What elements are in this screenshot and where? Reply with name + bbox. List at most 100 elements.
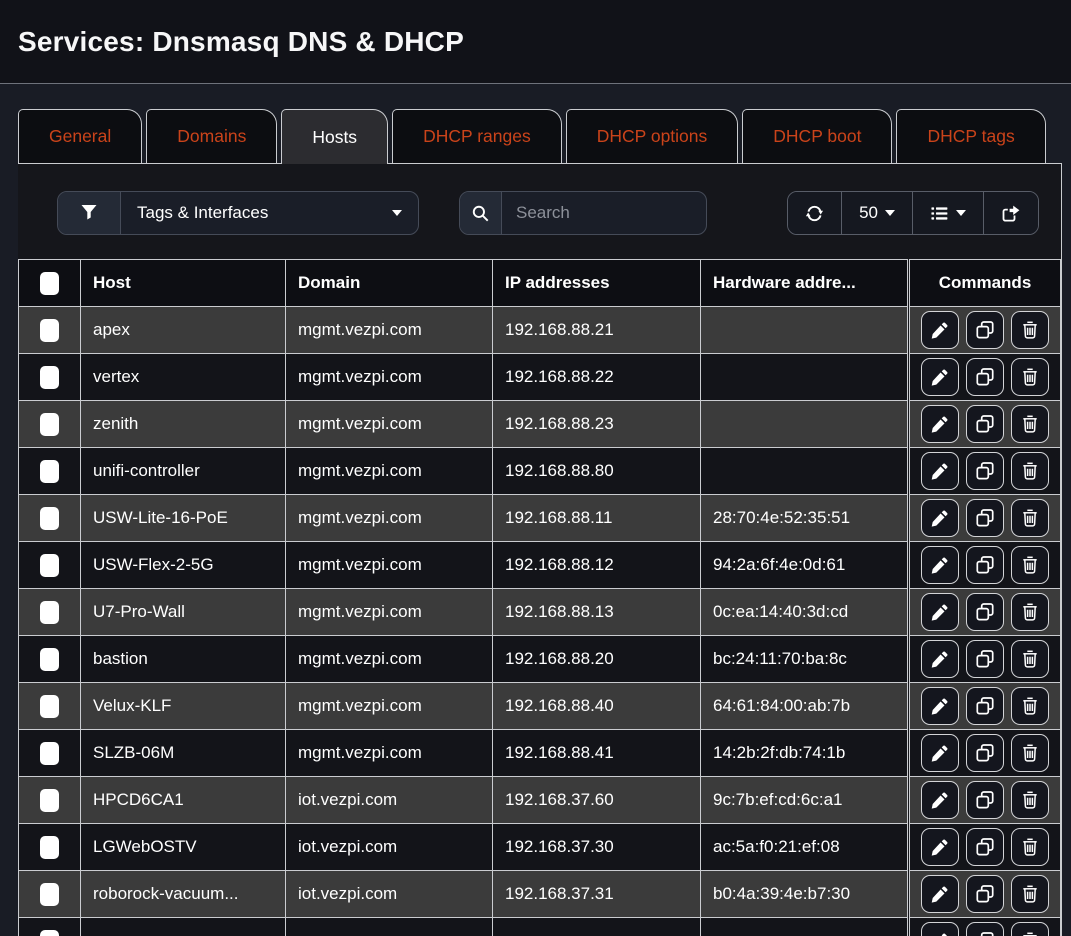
trash-icon bbox=[1020, 884, 1040, 904]
commands-cell bbox=[909, 354, 1061, 401]
clone-button[interactable] bbox=[966, 640, 1004, 678]
row-checkbox[interactable] bbox=[40, 366, 59, 389]
select-all-checkbox[interactable] bbox=[40, 272, 59, 295]
edit-button[interactable] bbox=[921, 781, 959, 819]
table-row[interactable]: apex mgmt.vezpi.com 192.168.88.21 bbox=[19, 307, 1061, 354]
edit-button[interactable] bbox=[921, 875, 959, 913]
table-row[interactable]: zenith mgmt.vezpi.com 192.168.88.23 bbox=[19, 401, 1061, 448]
delete-button[interactable] bbox=[1011, 405, 1049, 443]
dnsmasq-services-page: Services: Dnsmasq DNS & DHCP GeneralDoma… bbox=[0, 0, 1071, 936]
edit-button[interactable] bbox=[921, 358, 959, 396]
table-row[interactable]: roborock-vacuum... iot.vezpi.com 192.168… bbox=[19, 871, 1061, 918]
refresh-button[interactable] bbox=[788, 192, 842, 234]
search-button[interactable] bbox=[460, 192, 502, 234]
tags-interfaces-dropdown[interactable]: Tags & Interfaces bbox=[121, 192, 418, 234]
delete-button[interactable] bbox=[1011, 358, 1049, 396]
row-checkbox[interactable] bbox=[40, 742, 59, 765]
edit-button[interactable] bbox=[921, 734, 959, 772]
delete-button[interactable] bbox=[1011, 640, 1049, 678]
table-row[interactable]: U7-Pro-Wall mgmt.vezpi.com 192.168.88.13… bbox=[19, 589, 1061, 636]
row-checkbox[interactable] bbox=[40, 601, 59, 624]
row-checkbox[interactable] bbox=[40, 554, 59, 577]
delete-button[interactable] bbox=[1011, 499, 1049, 537]
edit-button[interactable] bbox=[921, 546, 959, 584]
delete-button[interactable] bbox=[1011, 452, 1049, 490]
search-input[interactable] bbox=[502, 192, 706, 234]
table-row[interactable]: LGWebOSTV iot.vezpi.com 192.168.37.30 ac… bbox=[19, 824, 1061, 871]
tab-dhcp-ranges[interactable]: DHCP ranges bbox=[392, 109, 562, 163]
clone-button[interactable] bbox=[966, 922, 1004, 936]
column-header-ip-addresses[interactable]: IP addresses bbox=[493, 260, 701, 307]
clone-button[interactable] bbox=[966, 405, 1004, 443]
row-checkbox[interactable] bbox=[40, 413, 59, 436]
edit-button[interactable] bbox=[921, 452, 959, 490]
row-checkbox[interactable] bbox=[40, 507, 59, 530]
mac-cell bbox=[701, 448, 909, 495]
grid-toolbar: Tags & Interfaces bbox=[18, 164, 1061, 235]
clone-button[interactable] bbox=[966, 452, 1004, 490]
clone-button[interactable] bbox=[966, 781, 1004, 819]
tab-general[interactable]: General bbox=[18, 109, 142, 163]
row-checkbox[interactable] bbox=[40, 930, 59, 936]
row-checkbox[interactable] bbox=[40, 883, 59, 906]
edit-button[interactable] bbox=[921, 687, 959, 725]
edit-button[interactable] bbox=[921, 405, 959, 443]
table-row[interactable] bbox=[19, 918, 1061, 936]
tab-dhcp-tags[interactable]: DHCP tags bbox=[896, 109, 1045, 163]
tab-hosts[interactable]: Hosts bbox=[281, 109, 388, 164]
command-buttons bbox=[910, 405, 1060, 443]
clone-button[interactable] bbox=[966, 828, 1004, 866]
table-row[interactable]: vertex mgmt.vezpi.com 192.168.88.22 bbox=[19, 354, 1061, 401]
clone-button[interactable] bbox=[966, 499, 1004, 537]
table-row[interactable]: USW-Flex-2-5G mgmt.vezpi.com 192.168.88.… bbox=[19, 542, 1061, 589]
row-checkbox[interactable] bbox=[40, 789, 59, 812]
delete-button[interactable] bbox=[1011, 781, 1049, 819]
row-checkbox[interactable] bbox=[40, 319, 59, 342]
edit-button[interactable] bbox=[921, 499, 959, 537]
edit-button[interactable] bbox=[921, 593, 959, 631]
export-button[interactable] bbox=[984, 192, 1038, 234]
copy-icon bbox=[975, 555, 995, 575]
delete-button[interactable] bbox=[1011, 687, 1049, 725]
table-row[interactable]: HPCD6CA1 iot.vezpi.com 192.168.37.60 9c:… bbox=[19, 777, 1061, 824]
clone-button[interactable] bbox=[966, 311, 1004, 349]
table-row[interactable]: unifi-controller mgmt.vezpi.com 192.168.… bbox=[19, 448, 1061, 495]
clone-button[interactable] bbox=[966, 358, 1004, 396]
table-row[interactable]: bastion mgmt.vezpi.com 192.168.88.20 bc:… bbox=[19, 636, 1061, 683]
column-header-domain[interactable]: Domain bbox=[286, 260, 493, 307]
edit-button[interactable] bbox=[921, 828, 959, 866]
table-row[interactable]: USW-Lite-16-PoE mgmt.vezpi.com 192.168.8… bbox=[19, 495, 1061, 542]
copy-icon bbox=[975, 602, 995, 622]
filter-button[interactable] bbox=[58, 192, 121, 234]
delete-button[interactable] bbox=[1011, 828, 1049, 866]
ip-cell: 192.168.88.20 bbox=[493, 636, 701, 683]
delete-button[interactable] bbox=[1011, 593, 1049, 631]
clone-button[interactable] bbox=[966, 734, 1004, 772]
clone-button[interactable] bbox=[966, 593, 1004, 631]
tab-dhcp-boot[interactable]: DHCP boot bbox=[742, 109, 892, 163]
row-checkbox[interactable] bbox=[40, 695, 59, 718]
column-header-hardware-addre-[interactable]: Hardware addre... bbox=[701, 260, 909, 307]
edit-button[interactable] bbox=[921, 922, 959, 936]
column-header-host[interactable]: Host bbox=[81, 260, 286, 307]
table-row[interactable]: Velux-KLF mgmt.vezpi.com 192.168.88.40 6… bbox=[19, 683, 1061, 730]
clone-button[interactable] bbox=[966, 875, 1004, 913]
clone-button[interactable] bbox=[966, 687, 1004, 725]
mac-cell: ac:5a:f0:21:ef:08 bbox=[701, 824, 909, 871]
delete-button[interactable] bbox=[1011, 546, 1049, 584]
column-selector-dropdown[interactable] bbox=[913, 192, 984, 234]
edit-button[interactable] bbox=[921, 311, 959, 349]
tab-dhcp-options[interactable]: DHCP options bbox=[566, 109, 739, 163]
delete-button[interactable] bbox=[1011, 922, 1049, 936]
table-row[interactable]: SLZB-06M mgmt.vezpi.com 192.168.88.41 14… bbox=[19, 730, 1061, 777]
tab-domains[interactable]: Domains bbox=[146, 109, 277, 163]
delete-button[interactable] bbox=[1011, 734, 1049, 772]
edit-button[interactable] bbox=[921, 640, 959, 678]
row-checkbox[interactable] bbox=[40, 648, 59, 671]
delete-button[interactable] bbox=[1011, 875, 1049, 913]
page-size-dropdown[interactable]: 50 bbox=[842, 192, 913, 234]
clone-button[interactable] bbox=[966, 546, 1004, 584]
delete-button[interactable] bbox=[1011, 311, 1049, 349]
row-checkbox[interactable] bbox=[40, 460, 59, 483]
row-checkbox[interactable] bbox=[40, 836, 59, 859]
